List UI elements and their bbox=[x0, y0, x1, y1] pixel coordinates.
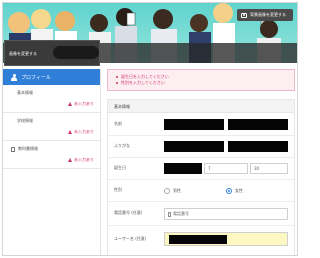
birthday-row: 誕生日 7 30 bbox=[108, 158, 294, 180]
first-name-field[interactable] bbox=[228, 119, 288, 130]
name-row: 名前 bbox=[108, 114, 294, 136]
birthday-day-field[interactable]: 30 bbox=[250, 163, 288, 174]
gender-option-label: 女性 bbox=[235, 188, 243, 193]
camera-icon bbox=[241, 12, 247, 18]
first-name-kana-field[interactable] bbox=[228, 141, 288, 152]
kana-label: ふりがな bbox=[114, 143, 130, 148]
phone-input[interactable]: 電話番号 bbox=[164, 208, 288, 220]
username-input[interactable] bbox=[164, 232, 288, 246]
sidebar-item-label: 学校情報 bbox=[17, 118, 33, 123]
incomplete-text: 未入力あり bbox=[74, 101, 94, 106]
alert-item: 性別を入力してください bbox=[116, 80, 294, 86]
name-label: 名前 bbox=[114, 121, 122, 126]
warning-icon bbox=[68, 130, 72, 134]
sidebar-item-label: 教科書情報 bbox=[18, 146, 38, 151]
username-label: ユーザー名 (任意) bbox=[114, 236, 147, 241]
sidebar-item-label: 基本情報 bbox=[17, 90, 33, 95]
avatar[interactable]: 画像を変更する bbox=[4, 40, 100, 66]
profile-page: 背景画像を変更する 画像を変更する プロフィール 基本情報 未入力あり 学校情報… bbox=[2, 2, 298, 256]
validation-alert: 誕生日を入力してください 性別を入力してください bbox=[107, 69, 295, 91]
last-name-kana-field[interactable] bbox=[164, 141, 224, 152]
gender-option-male[interactable]: 男性 bbox=[164, 188, 181, 194]
last-name-field[interactable] bbox=[164, 119, 224, 130]
incomplete-badge: 未入力あり bbox=[68, 129, 94, 135]
change-avatar-label: 画像を変更する bbox=[9, 51, 37, 56]
birthday-day-value: 30 bbox=[254, 166, 260, 171]
change-cover-button[interactable]: 背景画像を変更する bbox=[237, 9, 293, 21]
warning-icon bbox=[68, 158, 72, 162]
redacted-username bbox=[169, 235, 227, 244]
change-cover-label: 背景画像を変更する bbox=[250, 12, 286, 17]
gender-option-label: 男性 bbox=[173, 188, 181, 193]
incomplete-badge: 未入力あり bbox=[68, 101, 94, 107]
phone-icon bbox=[168, 211, 171, 217]
sidebar-title: プロフィール bbox=[21, 74, 51, 81]
redacted-name bbox=[53, 46, 99, 59]
phone-row: 電話番号 (任意) 電話番号 bbox=[108, 202, 294, 226]
sidebar-item-basic-info[interactable]: 基本情報 未入力あり bbox=[3, 85, 100, 113]
birthday-month-field[interactable]: 7 bbox=[204, 163, 248, 174]
warning-icon bbox=[68, 102, 72, 106]
sidebar-item-school-info[interactable]: 学校情報 未入力あり bbox=[3, 113, 100, 141]
incomplete-badge: 未入力あり bbox=[68, 157, 94, 163]
incomplete-text: 未入力あり bbox=[74, 129, 94, 134]
radio-button[interactable] bbox=[164, 188, 170, 194]
sidebar-header-profile[interactable]: プロフィール bbox=[3, 69, 100, 85]
person-icon bbox=[11, 73, 17, 81]
basic-info-form: 基本情報 名前 ふりがな 誕生日 7 30 性別 男性 女性 電話番号 (任意)… bbox=[107, 99, 295, 255]
kana-row: ふりがな bbox=[108, 136, 294, 158]
username-row: ユーザー名 (任意) bbox=[108, 226, 294, 252]
birthday-year-field[interactable] bbox=[164, 163, 202, 174]
birthday-label: 誕生日 bbox=[114, 165, 126, 170]
incomplete-text: 未入力あり bbox=[74, 157, 94, 162]
birthday-month-value: 7 bbox=[208, 166, 211, 171]
form-title: 基本情報 bbox=[108, 100, 294, 113]
document-icon bbox=[11, 146, 15, 152]
gender-label: 性別 bbox=[114, 187, 122, 192]
radio-button-selected[interactable] bbox=[226, 188, 232, 194]
profile-main: 誕生日を入力してください 性別を入力してください 基本情報 名前 ふりがな 誕生… bbox=[107, 69, 295, 255]
profile-sidebar: プロフィール 基本情報 未入力あり 学校情報 未入力あり 教科書情報 未入力あり bbox=[3, 69, 101, 255]
sidebar-item-textbook-info[interactable]: 教科書情報 未入力あり bbox=[3, 141, 100, 169]
gender-option-female[interactable]: 女性 bbox=[226, 188, 243, 194]
gender-row: 性別 男性 女性 bbox=[108, 180, 294, 202]
phone-placeholder: 電話番号 bbox=[173, 211, 189, 216]
phone-label: 電話番号 (任意) bbox=[114, 210, 143, 215]
